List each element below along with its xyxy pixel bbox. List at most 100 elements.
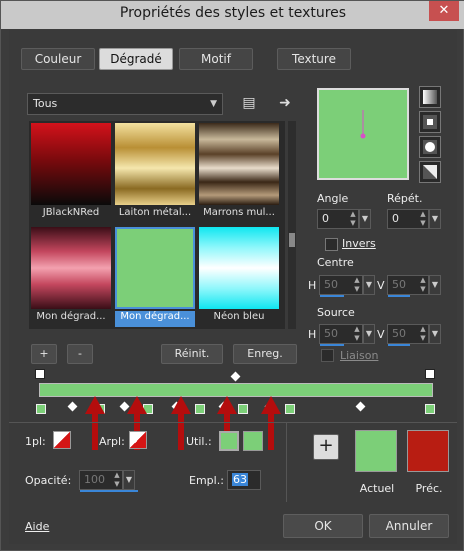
tab-motif[interactable]: Motif [179,48,253,70]
background-swatch[interactable] [129,431,147,449]
tab-couleur[interactable]: Couleur [21,48,95,70]
title-bar: Propriétés des styles et textures ✕ [1,1,464,29]
gradient-item-marrons[interactable]: Marrons mul... [199,123,279,223]
color-stop[interactable] [425,404,435,414]
empl-field[interactable]: 63 [227,470,261,490]
empl-value: 63 [232,473,248,486]
repeat-spinner[interactable]: 0 ▲ ▼ ▼ [387,209,441,229]
angle-label: Angle [317,192,349,205]
gradient-item-laiton[interactable]: Laiton métal... [115,123,195,223]
radial-style-icon[interactable] [419,136,441,158]
center-h-value: 50 [324,278,338,291]
help-link[interactable]: Aide [25,520,49,533]
gradient-thumbnail [31,123,111,205]
dialog-body: Couleur Dégradé Motif Texture Tous ▼ ▤ ➜… [9,30,457,544]
cancel-button[interactable]: Annuler [369,514,449,538]
source-h-spinner[interactable]: 50 ▲ ▼ ▼ [319,324,375,346]
category-value: Tous [33,97,58,110]
ok-button[interactable]: OK [283,514,363,538]
chevron-down-icon[interactable]: ▼ [429,209,441,229]
link-checkbox[interactable] [321,349,334,362]
chevron-down-icon[interactable]: ▼ [363,324,375,344]
gradient-item-label: JBlackNRed [42,207,100,218]
dialog-window: Propriétés des styles et textures ✕ Coul… [0,0,464,551]
user-color-swatch-2[interactable] [243,431,263,451]
arpl-label: Arpl: [99,435,125,448]
linear-style-icon[interactable] [419,86,441,108]
color-midpoint[interactable] [355,401,366,412]
add-color-button[interactable]: + [313,434,339,460]
spin-arrows-icon[interactable]: ▲ ▼ [348,210,358,228]
gradient-thumbnail [115,123,195,205]
gradient-stop-top-right[interactable] [425,369,435,379]
section-divider [9,422,457,423]
opacity-value: 100 [84,473,105,486]
angle-spinner[interactable]: 0 ▲ ▼ ▼ [317,209,371,229]
user-color-swatch[interactable] [219,431,239,451]
center-h-slider[interactable] [320,295,344,297]
source-v-spinner[interactable]: 50 ▲ ▼ ▼ [387,324,441,346]
spin-arrows-icon[interactable]: ▲ ▼ [112,471,122,489]
window-title: Propriétés des styles et textures [119,5,347,21]
opacity-spinner[interactable]: 100 ▲ ▼ ▼ [79,470,138,492]
previous-color-swatch[interactable] [407,430,449,472]
gradient-item-jblacknred[interactable]: JBlackNRed [31,123,111,223]
current-color-swatch[interactable] [355,430,397,472]
add-gradient-button[interactable]: + [31,344,57,364]
document-icon[interactable]: ▤ [239,93,259,113]
source-v-slider[interactable] [388,344,410,346]
opacity-midpoint[interactable] [230,371,241,382]
source-h-slider[interactable] [320,344,344,346]
spin-arrows-icon[interactable]: ▲ ▼ [352,325,362,343]
spin-arrows-icon[interactable]: ▲ ▼ [418,210,428,228]
library-scrollbar[interactable] [288,121,296,329]
foreground-swatch[interactable] [53,431,71,449]
category-dropdown[interactable]: Tous ▼ [27,93,223,115]
empl-label: Empl.: [189,474,224,487]
angle-value: 0 [322,212,329,225]
spin-arrows-icon[interactable]: ▲ ▼ [352,276,362,294]
chevron-down-icon[interactable]: ▼ [359,209,371,229]
gradient-thumbnail [199,227,279,309]
link-label: Liaison [340,349,379,362]
sunburst-style-icon[interactable] [419,161,441,183]
invert-checkbox[interactable] [325,238,338,251]
save-button[interactable]: Enreg. [233,344,297,364]
center-h-spinner[interactable]: 50 ▲ ▼ ▼ [319,275,375,297]
chevron-down-icon[interactable]: ▼ [429,275,441,295]
op1-label: 1pl: [25,435,46,448]
source-h-label: H [308,328,317,341]
gradient-stop-top-left[interactable] [35,369,45,379]
source-v-value: 50 [392,327,406,340]
center-v-spinner[interactable]: 50 ▲ ▼ ▼ [387,275,441,297]
gradient-item-neon-bleu[interactable]: Néon bleu [199,227,279,327]
center-v-slider[interactable] [388,295,410,297]
previous-label: Préc. [415,482,443,495]
gradient-preview[interactable] [317,88,409,180]
rectangular-style-icon[interactable] [419,111,441,133]
gradient-item-label: Néon bleu [213,311,265,322]
gradient-library-grid: JBlackNRed Laiton métal... Marrons mul..… [29,121,285,329]
scrollbar-thumb[interactable] [289,233,295,247]
chevron-down-icon[interactable]: ▼ [123,470,135,490]
chevron-down-icon[interactable]: ▼ [429,324,441,344]
remove-gradient-button[interactable]: - [67,344,93,364]
tab-degrade[interactable]: Dégradé [99,48,173,70]
center-v-label: V [377,279,385,292]
opacity-slider[interactable] [80,490,138,492]
tab-texture[interactable]: Texture [277,48,351,70]
gradient-item-label: Mon dégrad... [115,311,195,327]
gradient-thumbnail [115,227,195,309]
close-button[interactable]: ✕ [429,1,459,21]
gradient-item-label: Marrons mul... [203,207,275,218]
arrow-right-icon[interactable]: ➜ [275,93,295,113]
gradient-item-label: Mon dégrad... [36,311,106,322]
center-h-label: H [308,279,317,292]
gradient-item-mon-degrade-2[interactable]: Mon dégrad... [115,227,195,327]
source-v-label: V [377,328,385,341]
spin-arrows-icon[interactable]: ▲ ▼ [418,325,428,343]
spin-arrows-icon[interactable]: ▲ ▼ [418,276,428,294]
gradient-item-mon-degrade-1[interactable]: Mon dégrad... [31,227,111,327]
reset-button[interactable]: Réinit. [161,344,223,364]
chevron-down-icon[interactable]: ▼ [363,275,375,295]
